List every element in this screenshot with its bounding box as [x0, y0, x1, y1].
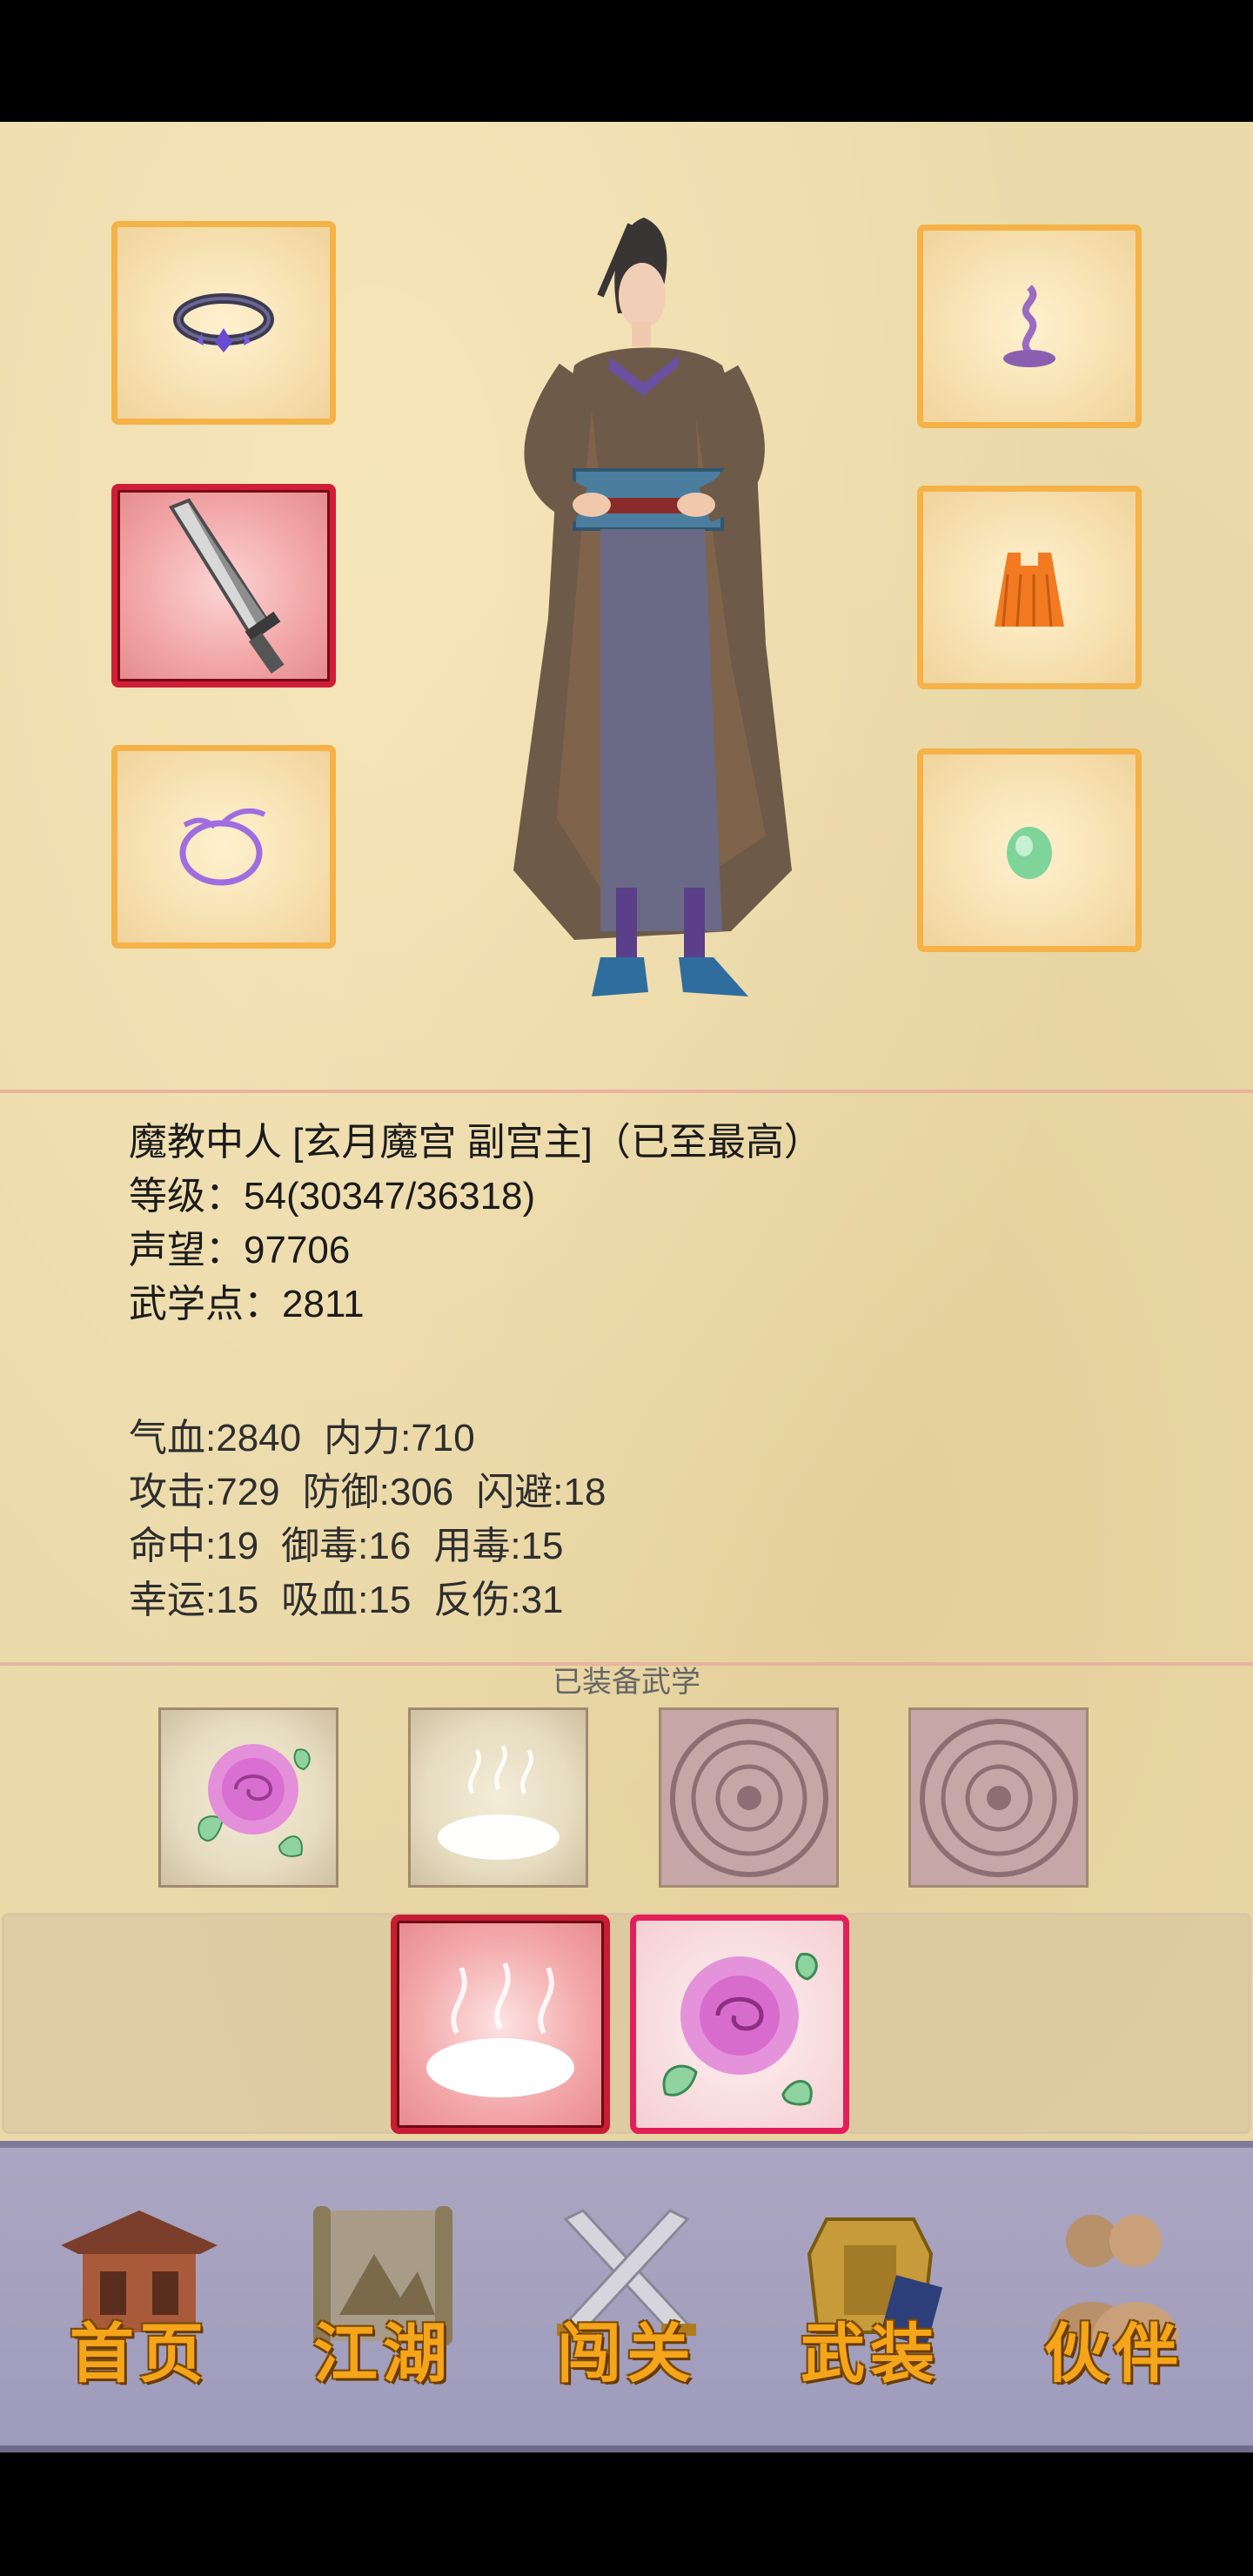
stat-poison-use: 用毒:15: [433, 1525, 564, 1567]
stat-defense: 防御:306: [302, 1471, 454, 1513]
system-nav-bar: [0, 2452, 1253, 2576]
blade-icon: [169, 498, 285, 674]
stat-mp: 内力:710: [324, 1417, 475, 1459]
nav-jianghu-label: 江湖: [313, 2317, 452, 2392]
nav-challenge[interactable]: 闯关: [522, 2176, 731, 2402]
profile-info: 魔教中人 [玄月魔宫 副宫主]（已至最高） 等级：54(30347/36318)…: [129, 1116, 822, 1332]
nav-jianghu[interactable]: 江湖: [278, 2176, 487, 2402]
nav-partners-label: 伙伴: [1044, 2317, 1183, 2392]
empty-seal-icon: [919, 1718, 1078, 1877]
incense-icon: [1003, 285, 1055, 367]
stat-dodge: 闪避:18: [476, 1471, 606, 1513]
stat-hit: 命中:19: [129, 1525, 259, 1567]
nav-home[interactable]: 首页: [35, 2176, 244, 2402]
steam-skill-icon: [437, 1744, 559, 1860]
equip-slot-weapon[interactable]: [111, 484, 336, 688]
stat-luck: 幸运:15: [129, 1579, 259, 1621]
stat-lifesteal: 吸血:15: [281, 1579, 412, 1621]
equip-slot-tassel[interactable]: [917, 486, 1142, 689]
rose-skill-icon: [198, 1743, 311, 1857]
stat-hp: 气血:2840: [129, 1417, 302, 1459]
character-portrait: [513, 218, 792, 996]
equip-slot-ring[interactable]: [111, 221, 336, 425]
equip-slot-bracelet[interactable]: [111, 745, 336, 949]
rose-skill-icon: [662, 1952, 818, 2106]
stat-poison-resist: 御毒:16: [281, 1525, 412, 1567]
tassel-icon: [995, 553, 1064, 627]
equipped-skill-slot-2[interactable]: [408, 1707, 588, 1888]
nav-home-label: 首页: [70, 2317, 209, 2392]
nav-challenge-label: 闯关: [557, 2317, 696, 2392]
stats-block: 气血:2840 内力:710 攻击:729 防御:306 闪避:18 命中:19 御毒:…: [129, 1412, 628, 1627]
profile-reputation: 声望：97706: [129, 1229, 351, 1271]
tray-skill-slot-2[interactable]: [630, 1915, 849, 2134]
equip-slot-jade[interactable]: [917, 748, 1142, 952]
nav-equipment[interactable]: 武装: [766, 2176, 975, 2402]
equip-slot-incense[interactable]: [917, 225, 1142, 428]
nav-equipment-label: 武装: [801, 2317, 940, 2392]
empty-seal-icon: [669, 1718, 828, 1877]
equipped-skills-title: 已装备武学: [553, 1666, 700, 1699]
skill-tray: [2, 1913, 1251, 2134]
equipped-skill-slot-1[interactable]: [158, 1707, 338, 1888]
steam-skill-icon: [426, 1962, 574, 2097]
stat-reflect: 反伤:31: [433, 1579, 564, 1621]
nav-partners[interactable]: 伙伴: [1009, 2176, 1218, 2402]
profile-martial-points: 武学点：2811: [129, 1283, 365, 1325]
equipped-skill-slot-4[interactable]: [908, 1707, 1089, 1888]
ring-icon: [173, 293, 274, 352]
bracelet-icon: [179, 808, 266, 886]
stat-attack: 攻击:729: [129, 1471, 280, 1513]
tray-skill-slot-1[interactable]: [391, 1915, 610, 2134]
profile-title: 魔教中人 [玄月魔宫 副宫主]（已至最高）: [129, 1121, 822, 1164]
equipped-skill-slot-3[interactable]: [659, 1707, 839, 1888]
jade-icon: [1007, 827, 1052, 879]
profile-level: 等级：54(30347/36318): [129, 1175, 536, 1218]
status-bar: [0, 0, 1253, 122]
divider-top: [0, 1090, 1253, 1093]
